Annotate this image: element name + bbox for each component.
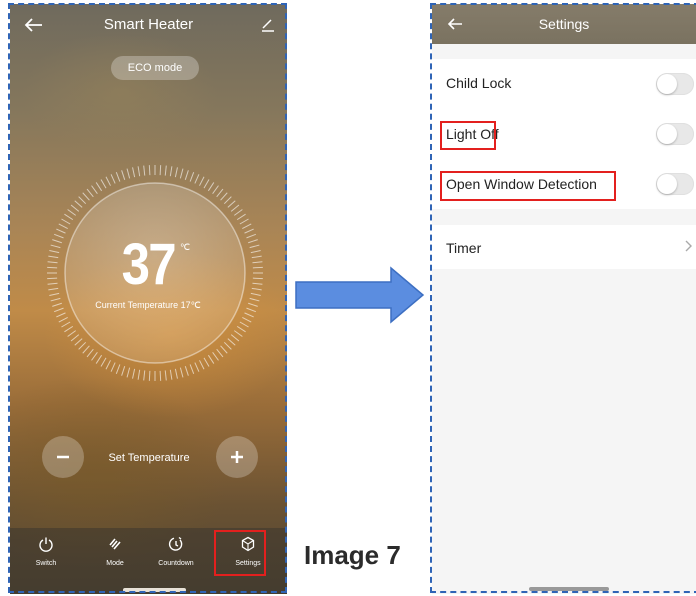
settings-highlight-box bbox=[214, 530, 266, 576]
right-screen-outline bbox=[430, 3, 696, 593]
image-caption: Image 7 bbox=[304, 540, 401, 570]
left-screen-outline bbox=[8, 3, 287, 593]
transition-arrow-icon bbox=[295, 266, 425, 324]
